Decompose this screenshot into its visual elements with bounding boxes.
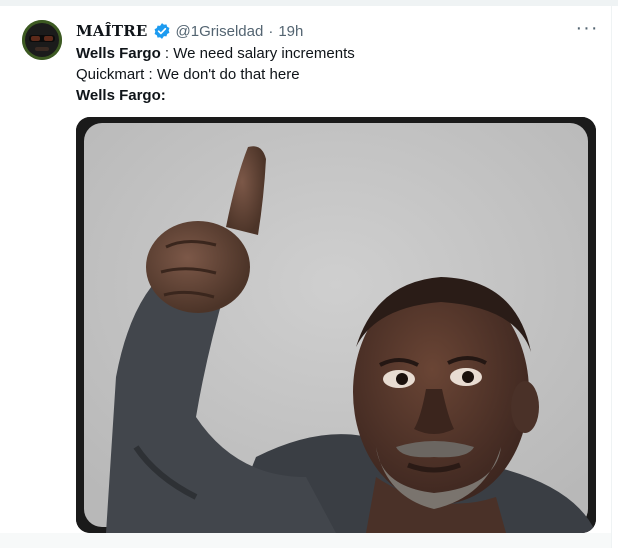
timestamp[interactable]: 19h <box>278 23 303 40</box>
speaker: Wells Fargo <box>76 87 161 104</box>
bottom-divider <box>0 533 611 548</box>
line-separator: : <box>160 87 166 104</box>
top-divider <box>0 0 618 6</box>
tweet-media-image[interactable] <box>76 117 596 533</box>
tweet-header: MAÎTRE @1Griseldad · 19h <box>76 19 303 43</box>
line-text: We don't do that here <box>156 66 300 83</box>
tweet-line: Wells Fargo: <box>76 85 355 106</box>
more-horizontal-icon[interactable]: ··· <box>574 18 600 42</box>
display-name[interactable]: MAÎTRE <box>76 22 148 40</box>
line-separator: : <box>160 45 174 62</box>
tweet-text: Wells Fargo : We need salary increments … <box>76 43 355 106</box>
handle[interactable]: @1Griseldad <box>176 23 264 40</box>
speaker: Wells Fargo <box>76 45 161 62</box>
verified-badge-icon[interactable] <box>153 22 171 40</box>
timeline-border <box>611 6 612 548</box>
tweet-line: Wells Fargo : We need salary increments <box>76 43 355 64</box>
time-separator: · <box>268 22 274 40</box>
tweet-line: Quickmart : We don't do that here <box>76 64 355 85</box>
avatar[interactable] <box>22 20 62 60</box>
speaker: Quickmart <box>76 66 145 83</box>
line-separator: : <box>144 66 157 83</box>
line-text: We need salary increments <box>173 45 355 62</box>
